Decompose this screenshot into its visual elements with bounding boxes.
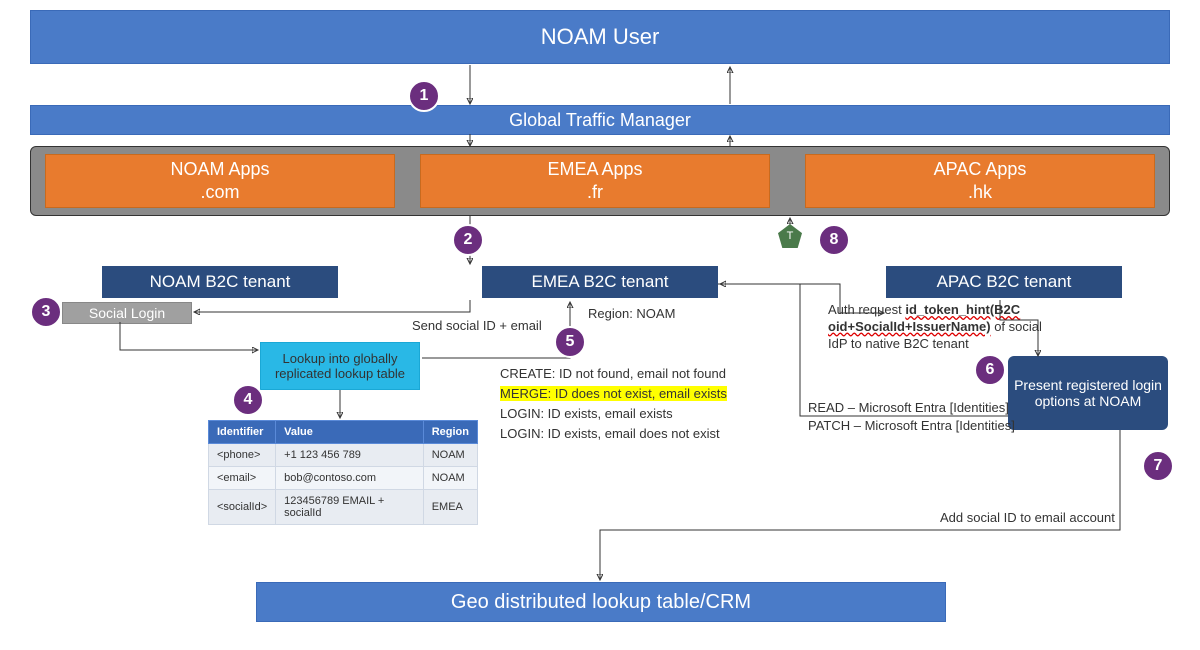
lookup-box: Lookup into globally replicated lookup t… bbox=[260, 342, 420, 390]
noam-tenant-box: NOAM B2C tenant bbox=[102, 266, 338, 298]
th-value: Value bbox=[276, 421, 424, 444]
lookup-label: Lookup into globally replicated lookup t… bbox=[265, 351, 415, 381]
read-label: READ – Microsoft Entra [Identities] bbox=[808, 400, 1009, 415]
step-1-badge: 1 bbox=[408, 80, 440, 112]
apac-apps-line2: .hk bbox=[968, 181, 992, 204]
token-pentagon-icon: T bbox=[778, 224, 802, 248]
step-5-badge: 5 bbox=[554, 326, 586, 358]
emea-apps-line1: EMEA Apps bbox=[547, 158, 642, 181]
step-7-badge: 7 bbox=[1142, 450, 1174, 482]
gtm-label: Global Traffic Manager bbox=[509, 110, 691, 131]
emea-apps-box: EMEA Apps .fr bbox=[420, 154, 770, 208]
add-social-label: Add social ID to email account bbox=[940, 510, 1115, 525]
table-row: <socialId> 123456789 EMAIL + socialId EM… bbox=[209, 490, 478, 525]
th-identifier: Identifier bbox=[209, 421, 276, 444]
step-8-badge: 8 bbox=[818, 224, 850, 256]
merge-label: MERGE: ID does not exist, email exists bbox=[500, 386, 727, 401]
emea-tenant-label: EMEA B2C tenant bbox=[531, 272, 668, 292]
present-label: Present registered login options at NOAM bbox=[1014, 377, 1162, 409]
patch-label: PATCH – Microsoft Entra [Identities] bbox=[808, 418, 1015, 433]
noam-user-label: NOAM User bbox=[541, 24, 660, 50]
apac-tenant-box: APAC B2C tenant bbox=[886, 266, 1122, 298]
noam-tenant-label: NOAM B2C tenant bbox=[150, 272, 291, 292]
geo-crm-label: Geo distributed lookup table/CRM bbox=[451, 591, 751, 614]
geo-crm-bar: Geo distributed lookup table/CRM bbox=[256, 582, 946, 622]
noam-apps-line1: NOAM Apps bbox=[170, 158, 269, 181]
login1-label: LOGIN: ID exists, email exists bbox=[500, 406, 673, 421]
apac-apps-box: APAC Apps .hk bbox=[805, 154, 1155, 208]
apac-apps-line1: APAC Apps bbox=[934, 158, 1027, 181]
auth-request-label: Auth request id_token_hint(B2C oid+Socia… bbox=[828, 302, 1058, 353]
social-login-box: Social Login bbox=[62, 302, 192, 324]
emea-tenant-box: EMEA B2C tenant bbox=[482, 266, 718, 298]
step-6-badge: 6 bbox=[974, 354, 1006, 386]
send-social-label: Send social ID + email bbox=[412, 318, 542, 333]
gtm-bar: Global Traffic Manager bbox=[30, 105, 1170, 135]
login2-label: LOGIN: ID exists, email does not exist bbox=[500, 426, 720, 441]
present-box: Present registered login options at NOAM bbox=[1008, 356, 1168, 430]
step-2-badge: 2 bbox=[452, 224, 484, 256]
noam-user-bar: NOAM User bbox=[30, 10, 1170, 64]
th-region: Region bbox=[423, 421, 477, 444]
noam-apps-line2: .com bbox=[200, 181, 239, 204]
region-noam-label: Region: NOAM bbox=[588, 306, 675, 321]
table-row: <email> bob@contoso.com NOAM bbox=[209, 467, 478, 490]
apac-tenant-label: APAC B2C tenant bbox=[937, 272, 1072, 292]
create-label: CREATE: ID not found, email not found bbox=[500, 366, 726, 381]
lookup-table: Identifier Value Region <phone> +1 123 4… bbox=[208, 420, 478, 525]
step-3-badge: 3 bbox=[30, 296, 62, 328]
noam-apps-box: NOAM Apps .com bbox=[45, 154, 395, 208]
social-login-label: Social Login bbox=[89, 305, 165, 321]
emea-apps-line2: .fr bbox=[587, 181, 603, 204]
table-row: <phone> +1 123 456 789 NOAM bbox=[209, 444, 478, 467]
step-4-badge: 4 bbox=[232, 384, 264, 416]
